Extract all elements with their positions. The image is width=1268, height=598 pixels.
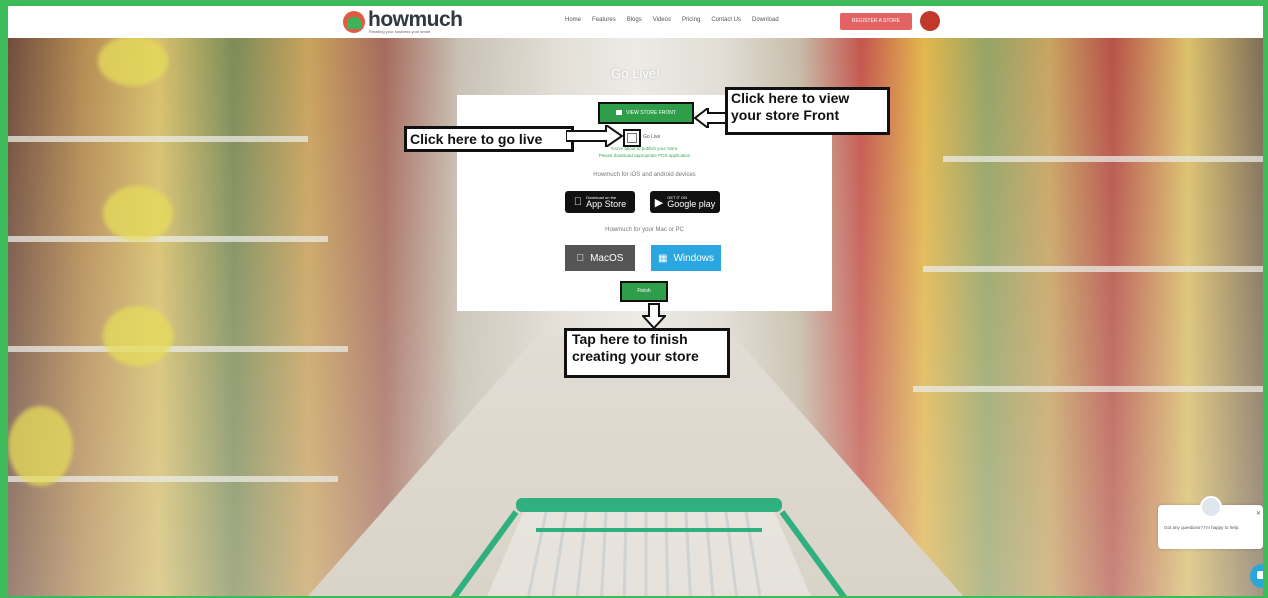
- store-front-callout-line1: Click here to view: [731, 90, 850, 106]
- store-front-callout-line2: your store Front: [731, 106, 840, 123]
- publish-info-line2: Please download appropriate POS applicat…: [598, 153, 691, 158]
- shelf: [913, 386, 1263, 392]
- finish-callout-line2: creating your store: [572, 347, 699, 364]
- shelf: [8, 346, 348, 352]
- go-live-callout: Click here to go live: [404, 126, 574, 152]
- top-navigation: howmuch Retailing your business your sma…: [8, 6, 1263, 38]
- nav-item-contact[interactable]: Contact Us: [711, 17, 741, 23]
- shelf: [923, 266, 1263, 272]
- user-avatar[interactable]: [920, 11, 940, 31]
- windows-label: Windows: [673, 252, 715, 264]
- register-store-button[interactable]: REGISTER A STORE: [840, 13, 912, 30]
- nav-item-videos[interactable]: Videos: [653, 17, 671, 23]
- price-tag-blur: [8, 406, 73, 486]
- google-play-button[interactable]: ▶ GET IT ON Google play: [650, 191, 720, 213]
- howmuch-logo-icon[interactable]: [343, 11, 365, 33]
- shopping-cart-image: [451, 498, 847, 596]
- apple-icon: : [577, 253, 585, 264]
- store-front-callout: Click here to view your store Front: [725, 87, 890, 135]
- go-live-checkbox[interactable]: [623, 129, 641, 147]
- app-store-button[interactable]:  Download on the App Store: [565, 191, 635, 213]
- support-avatar: [1200, 496, 1222, 518]
- price-tag-blur: [103, 186, 173, 241]
- play-icon: ▶: [654, 196, 664, 209]
- nav-item-pricing[interactable]: Pricing: [682, 17, 700, 23]
- chat-message: Got any questions? I'm happy to help.: [1164, 525, 1240, 530]
- view-store-front-label: VIEW STORE FRONT: [626, 110, 676, 116]
- nav-item-features[interactable]: Features: [592, 17, 616, 23]
- left-arrow-icon: [694, 108, 727, 128]
- finish-button[interactable]: Finish: [620, 281, 668, 302]
- nav-item-blogs[interactable]: Blogs: [627, 17, 642, 23]
- view-store-front-button[interactable]: VIEW STORE FRONT: [598, 102, 694, 124]
- windows-button[interactable]: ▦ Windows: [651, 245, 721, 271]
- store-icon: [616, 110, 623, 116]
- shelf: [8, 236, 328, 242]
- finish-callout-line1: Tap here to finish: [572, 331, 688, 347]
- apple-icon: : [574, 196, 582, 208]
- down-arrow-icon: [642, 303, 666, 329]
- mobile-devices-text: Howmuch for iOS and android devices: [593, 172, 696, 178]
- page-title: Go Live!: [611, 66, 660, 81]
- windows-icon: ▦: [657, 252, 668, 264]
- price-tag-blur: [103, 306, 173, 366]
- shelf: [8, 136, 308, 142]
- app-store-label: App Store: [581, 198, 626, 209]
- macos-button[interactable]:  MacOS: [565, 245, 635, 271]
- macos-label: MacOS: [586, 252, 623, 264]
- nav-item-download[interactable]: Download: [752, 17, 779, 23]
- brand-tagline: Retailing your business your smart: [369, 29, 431, 34]
- go-live-label: Go Live: [643, 134, 661, 140]
- shelf: [943, 156, 1263, 162]
- nav-menu: Home Features Blogs Videos Pricing Conta…: [565, 17, 779, 23]
- finish-callout: Tap here to finish creating your store: [564, 328, 730, 378]
- close-icon[interactable]: ✕: [1256, 510, 1261, 517]
- right-arrow-icon: [566, 125, 624, 147]
- desktop-text: Howmuch for your Mac or PC: [605, 227, 684, 233]
- page-frame: howmuch Retailing your business your sma…: [8, 6, 1263, 596]
- google-play-label: Google play: [667, 198, 716, 209]
- nav-item-home[interactable]: Home: [565, 17, 581, 23]
